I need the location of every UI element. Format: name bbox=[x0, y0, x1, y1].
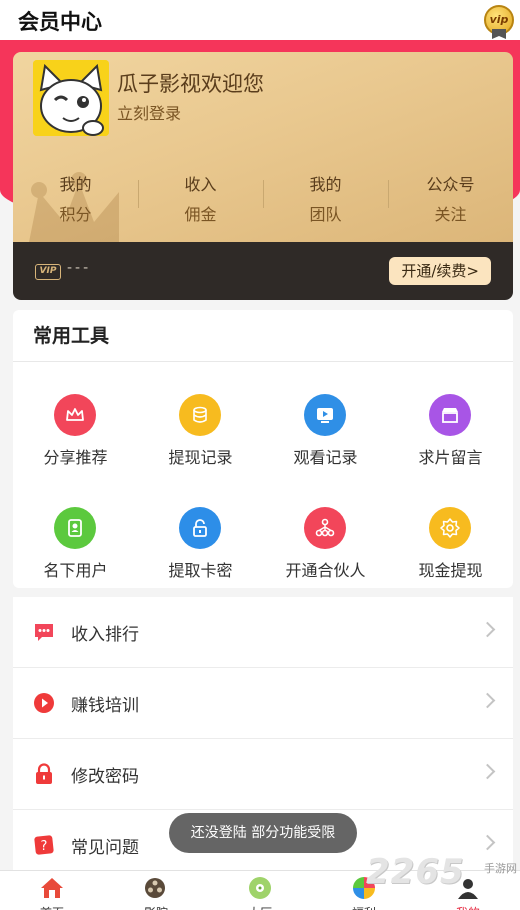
home-icon bbox=[41, 878, 63, 898]
tv-icon bbox=[304, 394, 346, 436]
vip-badge-label: vip bbox=[489, 13, 509, 26]
tool-withdraw-record[interactable]: 提现记录 bbox=[138, 362, 263, 475]
tool-my-users[interactable]: 名下用户 bbox=[13, 475, 138, 588]
menu-item-label: 修改密码 bbox=[71, 767, 139, 787]
tools-title: 常用工具 bbox=[13, 310, 513, 362]
stat-points[interactable]: 我的 积分 bbox=[13, 170, 138, 234]
tool-label: 观看记录 bbox=[293, 448, 358, 467]
stat-commission[interactable]: 收入 佣金 bbox=[138, 170, 263, 234]
crown-icon bbox=[54, 394, 96, 436]
chevron-right-icon bbox=[479, 763, 496, 780]
vip-status-text: --- bbox=[67, 260, 92, 276]
lock-icon bbox=[36, 763, 52, 784]
help-icon: ? bbox=[34, 835, 54, 855]
login-required-toast: 还没登陆 部分功能受限 bbox=[169, 813, 357, 853]
tools-grid: 分享推荐 提现记录 观看记录 求片留言 名下用户 提取卡密 开通合伙人 现金提现 bbox=[13, 362, 513, 588]
menu-item-label: 收入排行 bbox=[71, 625, 139, 645]
cat-avatar-icon bbox=[33, 60, 109, 136]
tab-cinema[interactable]: 影院 bbox=[104, 871, 208, 910]
stat-value: 佣金 bbox=[184, 205, 217, 224]
watermark-number: 2265 bbox=[366, 852, 465, 892]
unlock-icon bbox=[179, 507, 221, 549]
film-reel-icon bbox=[145, 878, 165, 898]
top-bar: 会员中心 vip bbox=[0, 0, 520, 40]
tool-label: 分享推荐 bbox=[43, 448, 108, 467]
stats-row: 我的 积分 收入 佣金 我的 团队 公众号 关注 bbox=[13, 170, 513, 234]
vip-status-bar: VIP --- 开通/续费> bbox=[13, 242, 513, 300]
menu-item-change-password[interactable]: 修改密码 bbox=[13, 739, 513, 810]
common-tools-panel: 常用工具 分享推荐 提现记录 观看记录 求片留言 名下用户 提取卡密 开通合伙人… bbox=[13, 310, 513, 588]
tab-label: 我的 bbox=[416, 904, 520, 910]
tab-hall[interactable]: 大厅 bbox=[208, 871, 312, 910]
chat-icon bbox=[35, 624, 53, 641]
menu-item-label: 赚钱培训 bbox=[71, 696, 139, 716]
tool-label: 提现记录 bbox=[168, 448, 233, 467]
stat-value: 积分 bbox=[59, 205, 92, 224]
member-card: 瓜子影视欢迎您 立刻登录 我的 积分 收入 佣金 我的 团队 公众号 关注 VI… bbox=[13, 52, 513, 300]
play-icon bbox=[34, 693, 54, 713]
tool-extract-card-code[interactable]: 提取卡密 bbox=[138, 475, 263, 588]
stat-label: 收入 bbox=[184, 175, 217, 194]
tool-cash-withdraw[interactable]: 现金提现 bbox=[388, 475, 513, 588]
stat-value: 关注 bbox=[434, 205, 467, 224]
svg-text:?: ? bbox=[41, 839, 48, 854]
watermark-sub: 手游网 bbox=[484, 862, 517, 875]
tab-label: 福利 bbox=[312, 904, 416, 910]
stat-label: 我的 bbox=[309, 175, 342, 194]
tool-watch-history[interactable]: 观看记录 bbox=[263, 362, 388, 475]
avatar[interactable] bbox=[33, 60, 109, 136]
welcome-text: 瓜子影视欢迎您 bbox=[117, 72, 264, 96]
site-watermark: 2265 手游网 bbox=[366, 852, 520, 892]
stat-label: 公众号 bbox=[426, 175, 475, 194]
chevron-right-icon bbox=[479, 834, 496, 851]
user-card-icon bbox=[54, 507, 96, 549]
menu-item-label: 常见问题 bbox=[71, 838, 139, 858]
chevron-right-icon bbox=[479, 692, 496, 709]
tool-label: 名下用户 bbox=[43, 561, 108, 580]
stat-label: 我的 bbox=[59, 175, 92, 194]
disc-icon bbox=[249, 877, 271, 899]
stat-value: 团队 bbox=[309, 205, 342, 224]
coins-icon bbox=[179, 394, 221, 436]
stat-official-account[interactable]: 公众号 关注 bbox=[388, 170, 513, 234]
store-icon bbox=[429, 394, 471, 436]
tool-share-recommend[interactable]: 分享推荐 bbox=[13, 362, 138, 475]
stat-team[interactable]: 我的 团队 bbox=[263, 170, 388, 234]
tab-label: 首页 bbox=[0, 904, 104, 910]
menu-item-earning-training[interactable]: 赚钱培训 bbox=[13, 668, 513, 739]
vip-tag-icon: VIP bbox=[35, 264, 61, 280]
member-card-gold: 瓜子影视欢迎您 立刻登录 我的 积分 收入 佣金 我的 团队 公众号 关注 bbox=[13, 52, 513, 242]
tool-label: 现金提现 bbox=[418, 561, 483, 580]
network-icon bbox=[304, 507, 346, 549]
chevron-right-icon bbox=[479, 621, 496, 638]
tool-label: 开通合伙人 bbox=[285, 561, 366, 580]
tool-open-partner[interactable]: 开通合伙人 bbox=[263, 475, 388, 588]
open-renew-button[interactable]: 开通/续费> bbox=[389, 257, 491, 285]
menu-item-income-ranking[interactable]: 收入排行 bbox=[13, 597, 513, 668]
tab-home[interactable]: 首页 bbox=[0, 871, 104, 910]
page-title: 会员中心 bbox=[18, 10, 102, 34]
tab-label: 影院 bbox=[104, 904, 208, 910]
vip-badge-icon[interactable]: vip bbox=[484, 5, 514, 39]
gear-icon bbox=[429, 507, 471, 549]
tool-label: 求片留言 bbox=[418, 448, 483, 467]
tool-request-message[interactable]: 求片留言 bbox=[388, 362, 513, 475]
tool-label: 提取卡密 bbox=[168, 561, 233, 580]
tab-label: 大厅 bbox=[208, 904, 312, 910]
login-link[interactable]: 立刻登录 bbox=[117, 100, 181, 124]
